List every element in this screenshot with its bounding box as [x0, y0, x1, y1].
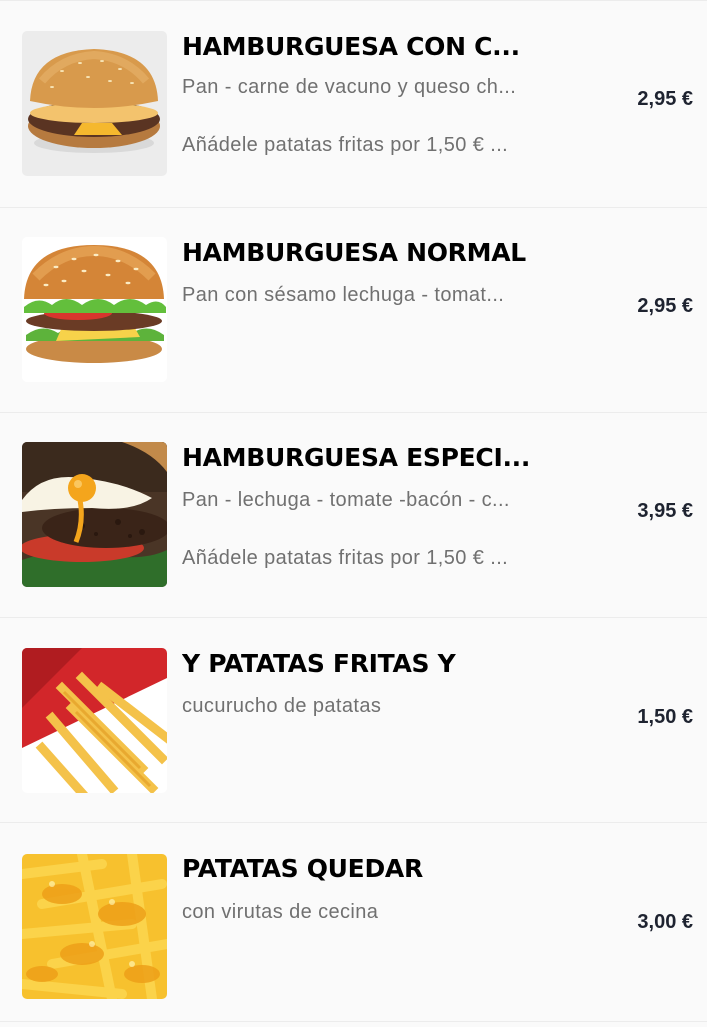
burger-lettuce-image [22, 237, 167, 382]
item-name: HAMBURGUESA NORMAL [182, 238, 526, 267]
divider [0, 1021, 707, 1022]
item-name: PATATAS QUEDAR [182, 854, 423, 883]
menu-item[interactable]: Y PATATAS FRITAS Y cucurucho de patatas … [0, 617, 707, 822]
cheese-fries-image [22, 854, 167, 999]
fries-cone-image [22, 648, 167, 793]
item-note: Añádele patatas fritas por 1,50 € ... [182, 134, 509, 156]
item-name: HAMBURGUESA ESPECI... [182, 443, 531, 472]
item-price: 1,50 € [637, 706, 693, 728]
item-description: Pan - lechuga - tomate -bacón - c... [182, 489, 510, 511]
menu-item[interactable]: HAMBURGUESA CON C... Pan - carne de vacu… [0, 2, 707, 207]
item-description: cucurucho de patatas [182, 695, 382, 717]
item-price: 2,95 € [637, 295, 693, 317]
menu-list: HAMBURGUESA CON C... Pan - carne de vacu… [0, 0, 707, 1024]
egg-burger-image [22, 442, 167, 587]
item-price: 3,95 € [637, 500, 693, 522]
item-name: HAMBURGUESA CON C... [182, 32, 520, 61]
menu-item[interactable]: PATATAS QUEDAR con virutas de cecina 3,0… [0, 822, 707, 1027]
item-description: con virutas de cecina [182, 901, 379, 923]
item-name: Y PATATAS FRITAS Y [182, 649, 456, 678]
divider [0, 0, 707, 1]
cheeseburger-image [22, 31, 167, 176]
menu-item[interactable]: HAMBURGUESA NORMAL Pan con sésamo lechug… [0, 207, 707, 412]
item-price: 2,95 € [637, 88, 693, 110]
item-price: 3,00 € [637, 911, 693, 933]
item-description: Pan con sésamo lechuga - tomat... [182, 284, 505, 306]
item-note: Añádele patatas fritas por 1,50 € ... [182, 547, 509, 569]
item-description: Pan - carne de vacuno y queso ch... [182, 76, 517, 98]
menu-item[interactable]: HAMBURGUESA ESPECI... Pan - lechuga - to… [0, 412, 707, 617]
